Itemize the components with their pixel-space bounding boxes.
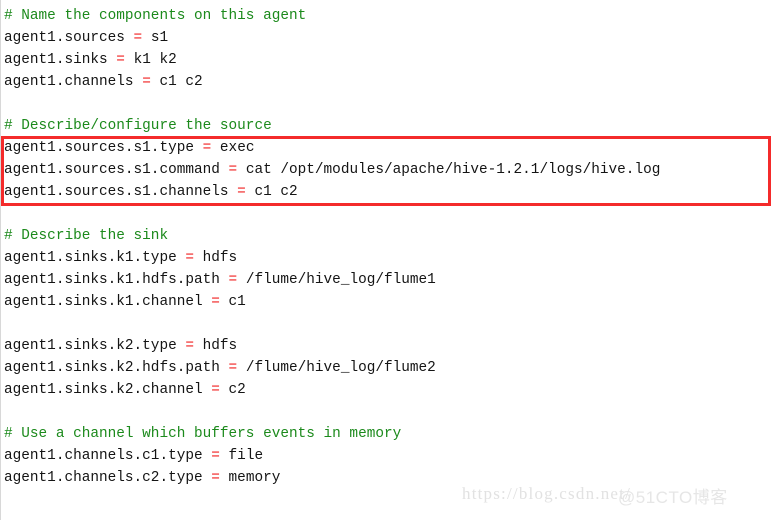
config-key-token: agent1.channels.c1.type (4, 448, 203, 464)
code-line[interactable]: agent1.sinks.k1.hdfs.path = /flume/hive_… (0, 269, 776, 291)
equals-token: = (142, 74, 151, 90)
code-line[interactable]: agent1.sources.s1.type = exec (0, 137, 776, 159)
config-key-token: agent1.sources.s1.channels (4, 184, 229, 200)
config-value-token: cat /opt/modules/apache/hive-1.2.1/logs/… (245, 162, 661, 178)
equals-token: = (133, 30, 143, 46)
code-editor-area[interactable]: # Name the components on this agent agent… (0, 0, 776, 489)
code-line[interactable]: # Describe the sink (0, 225, 776, 247)
config-value-token: memory (228, 470, 281, 486)
config-key-token: agent1.sinks.k2.channel (4, 382, 203, 398)
equals-token: = (211, 294, 220, 310)
code-line[interactable] (0, 401, 776, 423)
equals-token: = (237, 184, 246, 200)
equals-token: = (228, 272, 238, 288)
code-line[interactable]: agent1.sources = s1 (0, 27, 776, 49)
equals-token: = (228, 162, 238, 178)
code-line[interactable]: agent1.channels = c1 c2 (0, 71, 776, 93)
config-key-token: agent1.sources.s1.type (4, 140, 194, 156)
config-key-token: agent1.sinks.k1.type (4, 250, 177, 266)
equals-token: = (202, 140, 212, 156)
config-value-token: c2 (228, 382, 246, 398)
config-key-token: agent1.channels (4, 74, 134, 90)
code-line[interactable]: # Name the components on this agent (0, 5, 776, 27)
equals-token: = (116, 52, 125, 68)
config-value-token: c1 c2 (159, 74, 203, 90)
code-line[interactable]: agent1.channels.c1.type = file (0, 445, 776, 467)
config-key-token: agent1.sinks.k2.type (4, 338, 177, 354)
config-value-token: hdfs (202, 250, 238, 266)
code-line[interactable]: agent1.sources.s1.channels = c1 c2 (0, 181, 776, 203)
equals-token: = (228, 360, 238, 376)
config-value-token: /flume/hive_log/flume1 (245, 272, 436, 288)
config-key-token: agent1.sources (4, 30, 125, 46)
config-value-token: /flume/hive_log/flume2 (245, 360, 436, 376)
config-key-token: agent1.sinks (4, 52, 108, 68)
equals-token: = (211, 448, 220, 464)
code-line[interactable] (0, 203, 776, 225)
config-value-token: c1 c2 (254, 184, 298, 200)
equals-token: = (211, 382, 220, 398)
config-value-token: s1 (150, 30, 169, 46)
code-line[interactable]: # Describe/configure the source (0, 115, 776, 137)
screenshot-root: # Name the components on this agent agent… (0, 0, 776, 520)
config-value-token: file (228, 448, 264, 464)
config-key-token: agent1.sources.s1.command (4, 162, 220, 178)
comment-token: # Describe the sink (4, 228, 169, 244)
equals-token: = (185, 338, 194, 354)
config-value-token: hdfs (202, 338, 238, 354)
code-line[interactable]: agent1.sinks.k2.channel = c2 (0, 379, 776, 401)
config-value-token: k1 k2 (133, 52, 177, 68)
config-key-token: agent1.channels.c2.type (4, 470, 203, 486)
code-line[interactable]: agent1.sinks.k1.channel = c1 (0, 291, 776, 313)
code-line[interactable]: # Use a channel which buffers events in … (0, 423, 776, 445)
equals-token: = (211, 470, 220, 486)
config-value-token: exec (219, 140, 255, 156)
config-key-token: agent1.sinks.k1.channel (4, 294, 203, 310)
config-key-token: agent1.sinks.k1.hdfs.path (4, 272, 220, 288)
code-line[interactable] (0, 93, 776, 115)
comment-token: # Describe/configure the source (4, 118, 272, 134)
comment-token: # Name the components on this agent (4, 8, 307, 24)
code-line[interactable]: agent1.sinks.k2.hdfs.path = /flume/hive_… (0, 357, 776, 379)
config-value-token: c1 (228, 294, 246, 310)
code-line[interactable]: agent1.sinks = k1 k2 (0, 49, 776, 71)
code-line[interactable]: agent1.sources.s1.command = cat /opt/mod… (0, 159, 776, 181)
config-key-token: agent1.sinks.k2.hdfs.path (4, 360, 220, 376)
code-line[interactable] (0, 313, 776, 335)
code-line[interactable]: agent1.channels.c2.type = memory (0, 467, 776, 489)
code-line[interactable]: agent1.sinks.k2.type = hdfs (0, 335, 776, 357)
comment-token: # Use a channel which buffers events in … (4, 426, 402, 442)
code-line[interactable]: agent1.sinks.k1.type = hdfs (0, 247, 776, 269)
equals-token: = (185, 250, 194, 266)
